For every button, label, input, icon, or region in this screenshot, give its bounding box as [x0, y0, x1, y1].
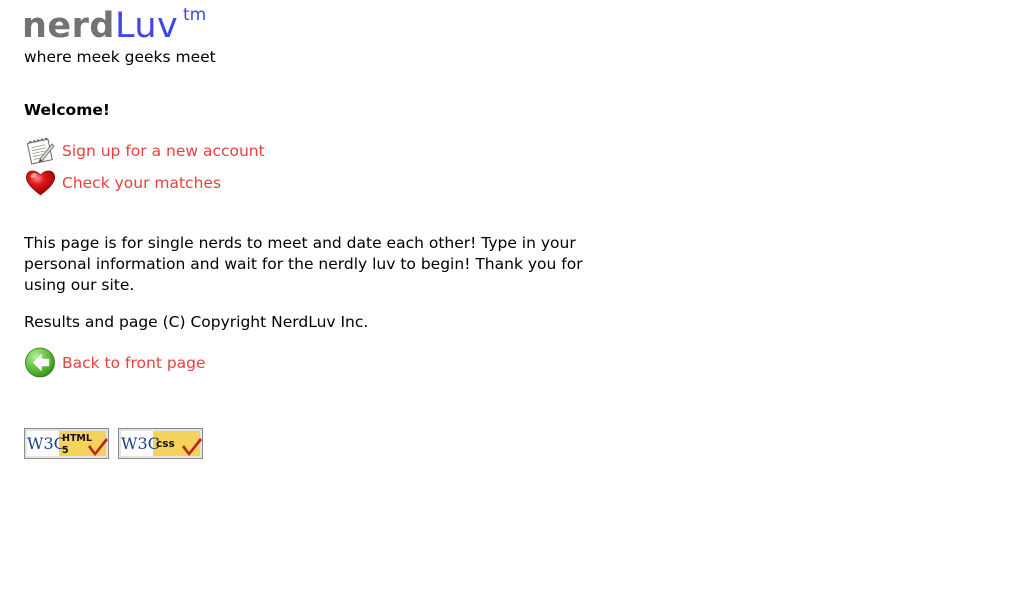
signup-link-label: Sign up for a new account: [62, 141, 265, 160]
matches-link[interactable]: Check your matches: [24, 167, 221, 198]
copyright-text: Results and page (C) Copyright NerdLuv I…: [24, 313, 369, 331]
heart-icon: [25, 170, 56, 196]
welcome-heading: Welcome!: [24, 101, 110, 119]
badge-html-version: 5: [62, 445, 69, 456]
w3c-css-badge[interactable]: W3C css: [118, 428, 203, 459]
back-to-front-link[interactable]: Back to front page: [24, 347, 206, 378]
badge-html-label: HTML: [62, 433, 92, 444]
signup-link[interactable]: Sign up for a new account: [24, 135, 265, 166]
site-logo: nerdLuv: [22, 8, 178, 44]
badge-css-label: css: [156, 438, 175, 450]
back-arrow-icon: [25, 347, 55, 378]
signup-notepad-icon: [26, 137, 55, 165]
back-link-label: Back to front page: [62, 353, 206, 372]
trademark-mark: tm: [183, 5, 207, 25]
intro-paragraph: This page is for single nerds to meet an…: [24, 234, 583, 294]
w3c-wordmark: W3C: [121, 434, 160, 453]
matches-link-label: Check your matches: [62, 173, 222, 192]
site-tagline: where meek geeks meet: [24, 48, 216, 66]
logo-luv-text: Luv: [114, 6, 179, 46]
w3c-html5-badge[interactable]: W3C HTML 5: [24, 428, 109, 459]
logo-nerd-text: nerd: [22, 6, 115, 46]
w3c-wordmark: W3C: [27, 434, 66, 453]
